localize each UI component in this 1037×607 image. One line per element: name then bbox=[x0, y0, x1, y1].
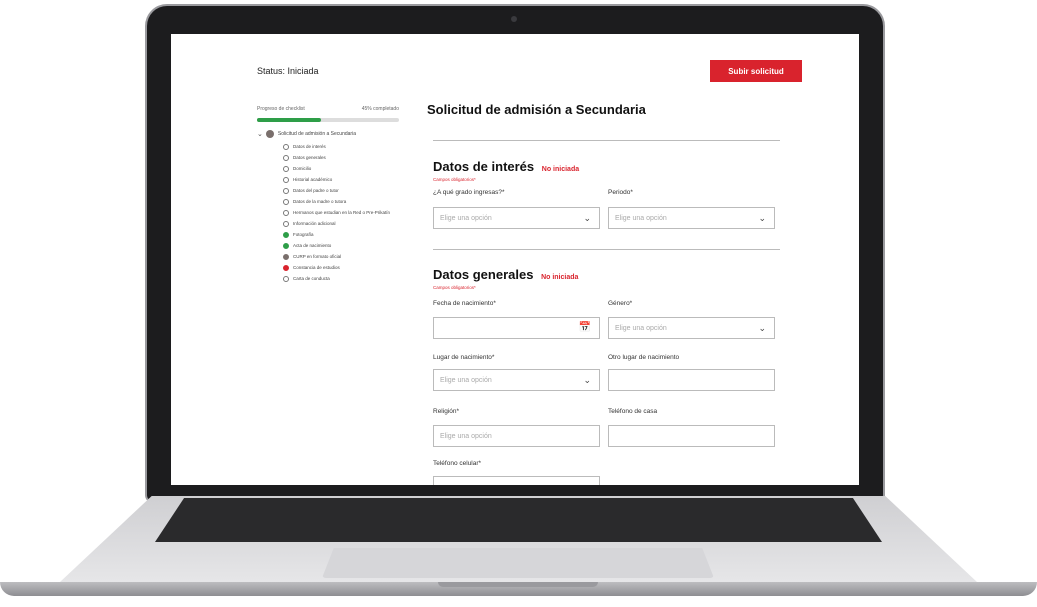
camera-icon bbox=[511, 16, 517, 22]
checklist-item[interactable]: CURP en formato oficial bbox=[283, 254, 405, 260]
checklist-item-label: Hermanos que estudian en la Red o Pre-Pr… bbox=[293, 210, 391, 215]
status-icon bbox=[283, 199, 289, 205]
checklist-root[interactable]: ⌄ Solicitud de admisión a Secundaria bbox=[257, 130, 405, 138]
status-icon bbox=[283, 155, 289, 161]
progress-bar bbox=[257, 118, 399, 122]
checklist-item-label: Datos de interés bbox=[293, 144, 326, 149]
submit-application-button[interactable]: Subir solicitud bbox=[710, 60, 802, 82]
checklist-item[interactable]: Información adicional bbox=[283, 221, 405, 227]
grade-label: ¿A qué grado ingresas?* bbox=[433, 189, 505, 196]
home-phone-label: Teléfono de casa bbox=[608, 408, 658, 415]
checklist-item[interactable]: Constancia de estudios bbox=[283, 265, 405, 271]
checklist-item-label: Datos generales bbox=[293, 155, 326, 160]
other-birthplace-input[interactable] bbox=[608, 369, 775, 391]
checklist-item-label: Fotografía bbox=[293, 232, 314, 237]
grade-placeholder: Elige una opción bbox=[440, 214, 492, 222]
checklist-item[interactable]: Acta de nacimiento bbox=[283, 243, 405, 249]
religion-placeholder: Elige una opción bbox=[440, 432, 492, 440]
laptop-screen: Status: Iniciada Subir solicitud Progres… bbox=[171, 34, 859, 485]
progress-value: 45% completado bbox=[361, 106, 399, 112]
status-icon bbox=[283, 276, 289, 282]
checklist-item-label: Acta de nacimiento bbox=[293, 243, 332, 248]
chevron-down-icon[interactable]: ⌄ bbox=[257, 130, 263, 138]
laptop-lid: Status: Iniciada Subir solicitud Progres… bbox=[147, 6, 883, 501]
checklist-items: Datos de interés Datos generales Domicilio… bbox=[257, 144, 405, 282]
religion-select[interactable]: Elige una opción bbox=[433, 425, 600, 447]
keyboard bbox=[155, 498, 882, 542]
home-phone-input[interactable] bbox=[608, 425, 775, 447]
birthdate-input[interactable]: 📅 bbox=[433, 317, 600, 339]
other-birthplace-label: Otro lugar de nacimiento bbox=[608, 354, 680, 361]
checklist-item[interactable]: Fotografía bbox=[283, 232, 405, 238]
checklist-item[interactable]: Datos de interés bbox=[283, 144, 405, 150]
root-status-icon bbox=[265, 130, 274, 138]
checklist-item-label: Carta de conducta bbox=[293, 276, 330, 281]
chevron-down-icon: ⌄ bbox=[758, 213, 766, 223]
status-icon bbox=[283, 243, 289, 249]
period-select[interactable]: Elige una opción ⌄ bbox=[608, 207, 775, 229]
checklist-item-label: Datos del padre o tutor bbox=[293, 188, 339, 193]
status-label: Status: Iniciada bbox=[257, 66, 319, 76]
status-badge: No iniciada bbox=[541, 166, 580, 173]
section-title-general-text: Datos generales bbox=[433, 267, 534, 282]
checklist-item[interactable]: Hermanos que estudian en la Red o Pre-Pr… bbox=[283, 210, 405, 216]
gender-label: Género* bbox=[608, 300, 633, 307]
checklist-item-label: Datos de la madre o tutora bbox=[293, 199, 347, 204]
section-title-interest-text: Datos de interés bbox=[433, 159, 535, 174]
checklist-item-label: Historial académico bbox=[293, 177, 333, 182]
status-icon bbox=[283, 232, 289, 238]
checklist-item[interactable]: Historial académico bbox=[283, 177, 405, 183]
calendar-icon[interactable]: 📅 bbox=[579, 322, 591, 333]
checklist-item-label: Información adicional bbox=[293, 221, 336, 226]
chevron-down-icon: ⌄ bbox=[758, 323, 766, 333]
checklist-item-label: Domicilio bbox=[293, 166, 312, 171]
period-label: Periodo* bbox=[608, 189, 633, 196]
status-icon bbox=[283, 144, 289, 150]
section-title-general: Datos generales No iniciada bbox=[433, 267, 578, 282]
checklist-item[interactable]: Carta de conducta bbox=[283, 276, 405, 282]
root-label: Solicitud de admisión a Secundaria bbox=[277, 131, 356, 137]
checklist-item[interactable]: Datos de la madre o tutora bbox=[283, 199, 405, 205]
required-fields-note: Campos obligatorios* bbox=[433, 177, 476, 182]
period-placeholder: Elige una opción bbox=[615, 214, 667, 222]
status-badge: No iniciada bbox=[541, 274, 579, 281]
trackpad bbox=[322, 548, 714, 578]
required-fields-note: Campos obligatorios* bbox=[433, 285, 476, 290]
progress-fill bbox=[257, 118, 321, 122]
grade-select[interactable]: Elige una opción ⌄ bbox=[433, 207, 600, 229]
birthplace-label: Lugar de nacimiento* bbox=[433, 354, 495, 361]
checklist-item[interactable]: Datos generales bbox=[283, 155, 405, 161]
status-icon bbox=[283, 188, 289, 194]
status-icon bbox=[283, 254, 289, 260]
status-icon bbox=[283, 177, 289, 183]
gender-placeholder: Elige una opción bbox=[615, 324, 667, 332]
checklist-item-label: Constancia de estudios bbox=[293, 265, 340, 270]
cell-phone-input[interactable] bbox=[433, 476, 600, 485]
birthplace-select[interactable]: Elige una opción ⌄ bbox=[433, 369, 600, 391]
opening-notch bbox=[438, 582, 598, 587]
status-icon bbox=[283, 221, 289, 227]
progress-label: Progreso de checklist bbox=[257, 106, 305, 112]
checklist-item[interactable]: Domicilio bbox=[283, 166, 405, 172]
status-icon bbox=[283, 265, 289, 271]
checklist-item[interactable]: Datos del padre o tutor bbox=[283, 188, 405, 194]
page-title: Solicitud de admisión a Secundaria bbox=[427, 102, 646, 117]
cell-phone-label: Teléfono celular* bbox=[433, 460, 482, 467]
birthplace-placeholder: Elige una opción bbox=[440, 376, 492, 384]
divider bbox=[433, 249, 780, 250]
checklist-item-label: CURP en formato oficial bbox=[293, 254, 342, 259]
progress-row: Progreso de checklist 45% completado bbox=[257, 106, 399, 112]
chevron-down-icon: ⌄ bbox=[583, 375, 591, 385]
checklist-sidebar: Progreso de checklist 45% completado ⌄ S… bbox=[257, 106, 405, 287]
section-title-interest: Datos de interés No iniciada bbox=[433, 159, 579, 174]
gender-select[interactable]: Elige una opción ⌄ bbox=[608, 317, 775, 339]
status-icon bbox=[283, 210, 289, 216]
divider bbox=[433, 140, 780, 141]
birthdate-label: Fecha de nacimiento* bbox=[433, 300, 496, 307]
religion-label: Religión* bbox=[433, 408, 460, 415]
status-icon bbox=[283, 166, 289, 172]
chevron-down-icon: ⌄ bbox=[583, 213, 591, 223]
